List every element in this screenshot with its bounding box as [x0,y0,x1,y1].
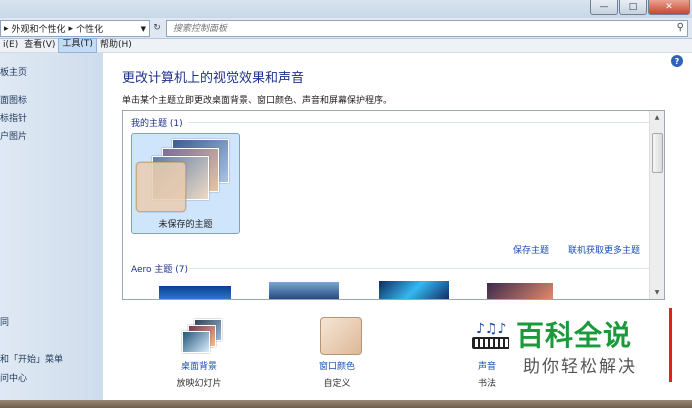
aero-theme-thumbnail[interactable] [269,282,339,299]
window-color-label[interactable]: 窗口颜色 [282,359,392,372]
search-box[interactable]: ⚲ [166,20,688,37]
search-input[interactable] [171,22,665,35]
aero-themes-label: Aero 主题 (7) [131,265,189,275]
breadcrumb-sep-icon: ▸ [4,23,9,34]
window-frame-bottom [0,400,692,408]
sidebar-item-account-picture[interactable]: 户图片 [0,129,27,142]
unsaved-theme-label: 未保存的主题 [158,220,213,230]
desktop-background-value: 放映幻灯片 [176,379,222,389]
desktop-background-button[interactable]: 桌面背景 放映幻灯片 [144,311,254,391]
scroll-up-icon[interactable]: ▲ [650,111,664,124]
watermark-subtitle: 助你轻松解决 [523,357,637,377]
sounds-icon: ♪♫♪ [470,317,510,353]
menu-edit[interactable]: i(E) [0,39,21,52]
group-divider [188,122,650,123]
desktop-background-label[interactable]: 桌面背景 [144,359,254,372]
aero-theme-thumbnail[interactable] [379,281,449,299]
help-icon[interactable]: ? [671,55,683,67]
save-theme-link[interactable]: 保存主题 [513,243,549,256]
window-color-value: 自定义 [323,379,351,389]
scroll-down-icon[interactable]: ▼ [650,286,664,299]
group-divider [189,268,650,269]
sidebar-item-action-center[interactable]: 问中心 [0,371,27,384]
sidebar-item-home[interactable]: 板主页 [0,65,27,78]
minimize-button[interactable]: — [590,0,618,15]
menu-tools[interactable]: 工具(T) [58,38,97,53]
page-description: 单击某个主题立即更改桌面背景、窗口颜色、声音和屏幕保护程序。 [122,96,393,106]
menu-view[interactable]: 查看(V) [21,39,58,52]
address-bar[interactable]: ▸ 外观和个性化 ▸ 个性化 ▼ [0,20,150,37]
get-more-themes-link[interactable]: 联机获取更多主题 [568,243,640,256]
theme-list: 我的主题 (1) 未保存的主题 保存主题 联机获取更多主题 Aero 主题 (7… [122,110,665,300]
address-row: ▸ 外观和个性化 ▸ 个性化 ▼ ↻ ⚲ [0,18,692,39]
breadcrumb-item[interactable]: 外观和个性化 [12,22,66,35]
theme-color-swatch [136,162,186,212]
svg-text:♪♫♪: ♪♫♪ [476,321,506,337]
search-icon[interactable]: ⚲ [677,22,684,33]
close-button[interactable]: ✕ [648,0,690,15]
refresh-icon[interactable]: ↻ [150,21,164,35]
window-controls: — □ ✕ [589,0,690,15]
my-themes-label: 我的主题 (1) [131,119,183,129]
menu-bar: i(E) 查看(V) 工具(T) 帮助(H) [0,38,692,53]
menu-help[interactable]: 帮助(H) [97,39,135,52]
aero-theme-thumbnail[interactable] [487,283,553,299]
window-color-icon [320,317,362,355]
sidebar-item-start-menu[interactable]: 和「开始」菜单 [0,352,63,365]
watermark-title: 百科全说 [516,319,633,352]
sidebar-item-see-also: 同 [0,318,10,328]
breadcrumb-sep-icon: ▸ [68,23,74,34]
page-title: 更改计算机上的视觉效果和声音 [122,71,305,86]
theme-tile-unsaved[interactable]: 未保存的主题 [131,133,240,234]
scroll-thumb[interactable] [652,133,663,173]
window-color-button[interactable]: 窗口颜色 自定义 [282,311,392,391]
maximize-button[interactable]: □ [619,0,647,15]
breadcrumb-item[interactable]: 个性化 [76,22,103,35]
title-bar: — □ ✕ [0,0,692,18]
sidebar: 板主页 面图标 标指针 户图片 同 和「开始」菜单 问中心 [0,53,103,400]
theme-list-scrollbar[interactable]: ▲ ▼ [649,111,664,299]
watermark: 百科全说 助你轻松解决 [509,308,672,382]
aero-theme-thumbnail[interactable] [159,286,231,299]
desktop-background-icon [182,317,222,353]
address-dropdown-icon[interactable]: ▼ [141,25,146,33]
sidebar-item-mouse-pointer[interactable]: 标指针 [0,111,27,124]
sidebar-item-desktop-icons[interactable]: 面图标 [0,93,27,106]
